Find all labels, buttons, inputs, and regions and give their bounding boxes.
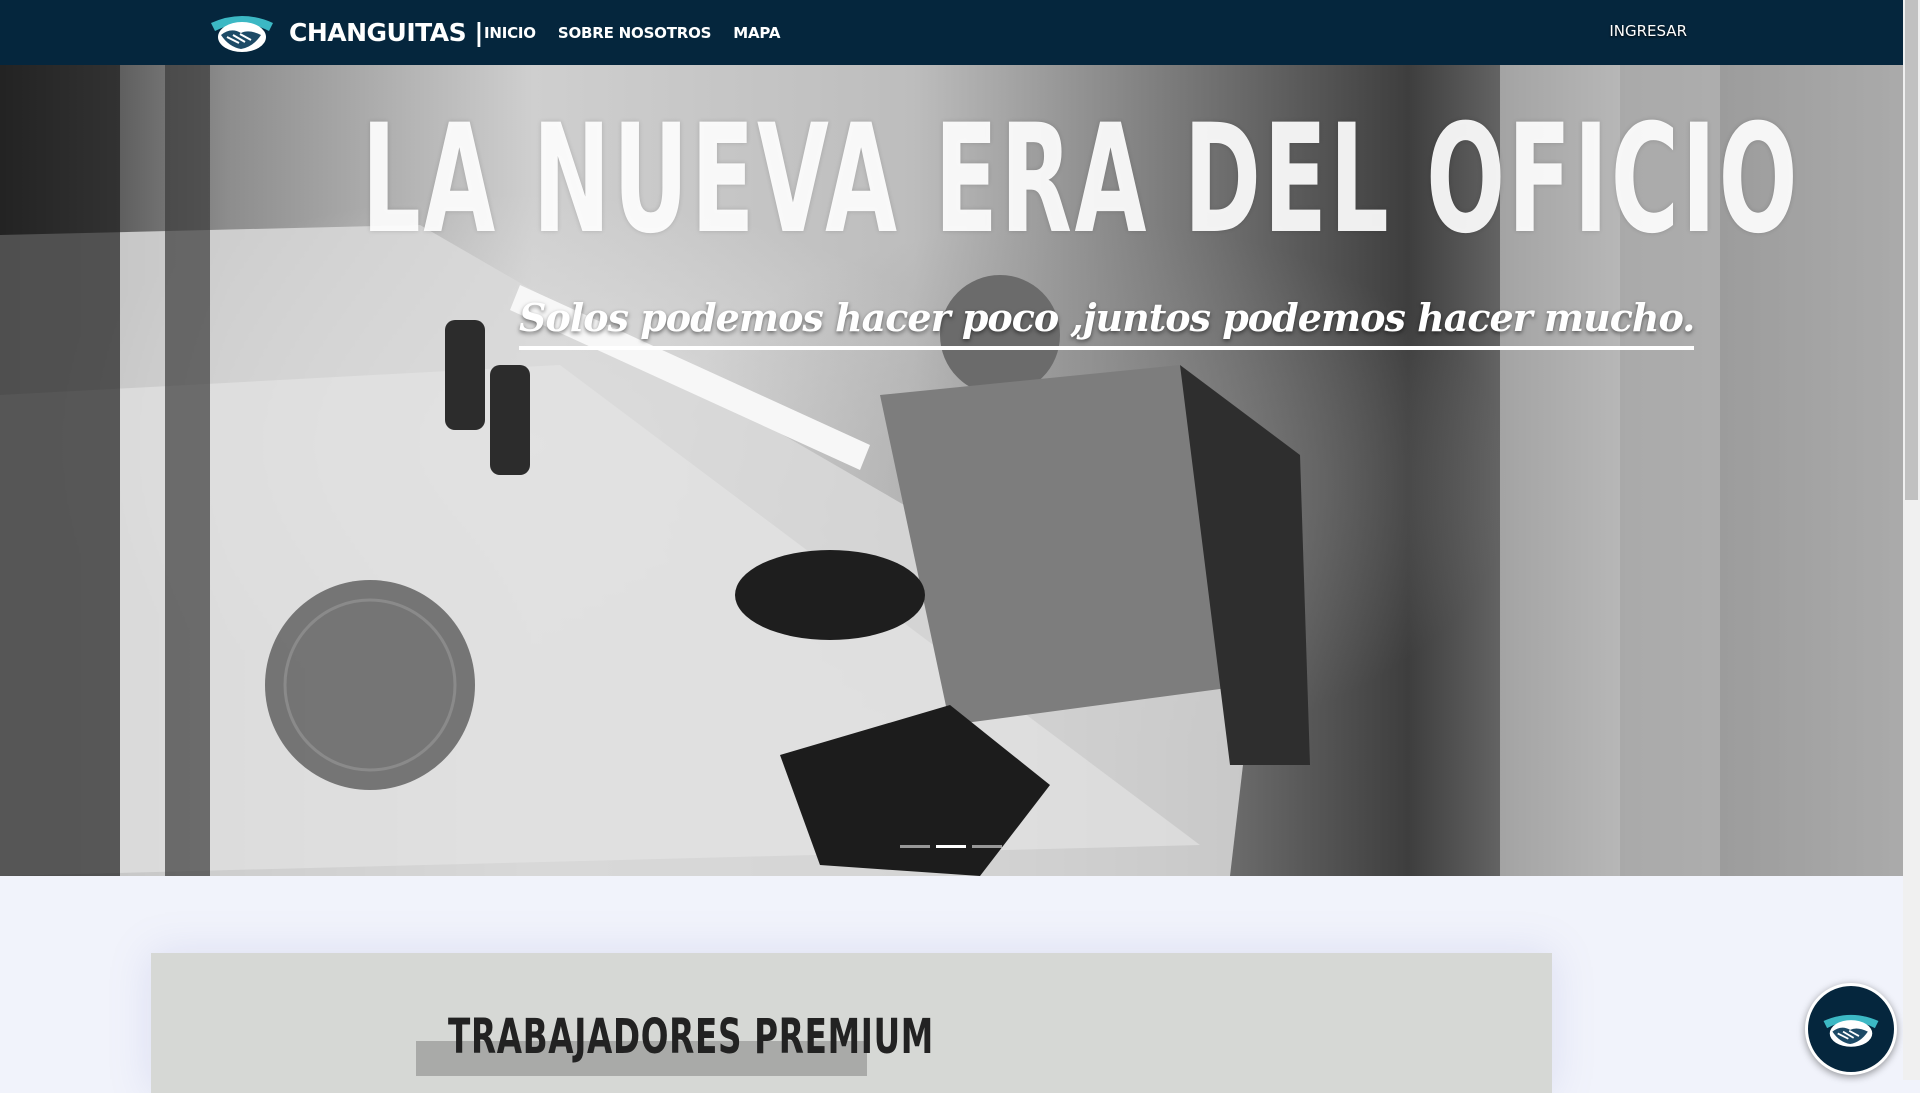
carousel-indicator-1[interactable] (900, 845, 930, 848)
scrollbar[interactable] (1903, 0, 1920, 1080)
hero-carousel: LA NUEVA ERA DEL OFICIO Solos podemos ha… (0, 65, 1903, 876)
handshake-icon (211, 16, 273, 52)
hero-subtitle: Solos podemos hacer poco ,juntos podemos… (519, 295, 1695, 350)
handshake-icon (1823, 1014, 1879, 1047)
carousel-indicator-3[interactable] (972, 845, 1002, 848)
hero-title: LA NUEVA ERA DEL OFICIO (361, 93, 1801, 267)
nav-link-inicio[interactable]: INICIO (484, 24, 536, 42)
navbar: CHANGUITAS | INICIO SOBRE NOSOTROS MAPA … (0, 0, 1903, 65)
chat-button[interactable] (1805, 983, 1897, 1075)
premium-title: TRABAJADORES PREMIUM (448, 1009, 934, 1065)
login-link[interactable]: INGRESAR (1609, 22, 1687, 40)
nav-links: INICIO SOBRE NOSOTROS MAPA (484, 0, 802, 65)
nav-link-sobre-nosotros[interactable]: SOBRE NOSOTROS (558, 24, 712, 42)
nav-link-mapa[interactable]: MAPA (733, 24, 780, 42)
carousel-indicators (900, 845, 1002, 848)
carousel-indicator-2[interactable] (936, 845, 966, 848)
brand[interactable]: CHANGUITAS | (207, 9, 483, 55)
premium-workers-section: TRABAJADORES PREMIUM (151, 953, 1552, 1093)
brand-name: CHANGUITAS | (289, 17, 483, 47)
scrollbar-thumb[interactable] (1905, 0, 1918, 500)
